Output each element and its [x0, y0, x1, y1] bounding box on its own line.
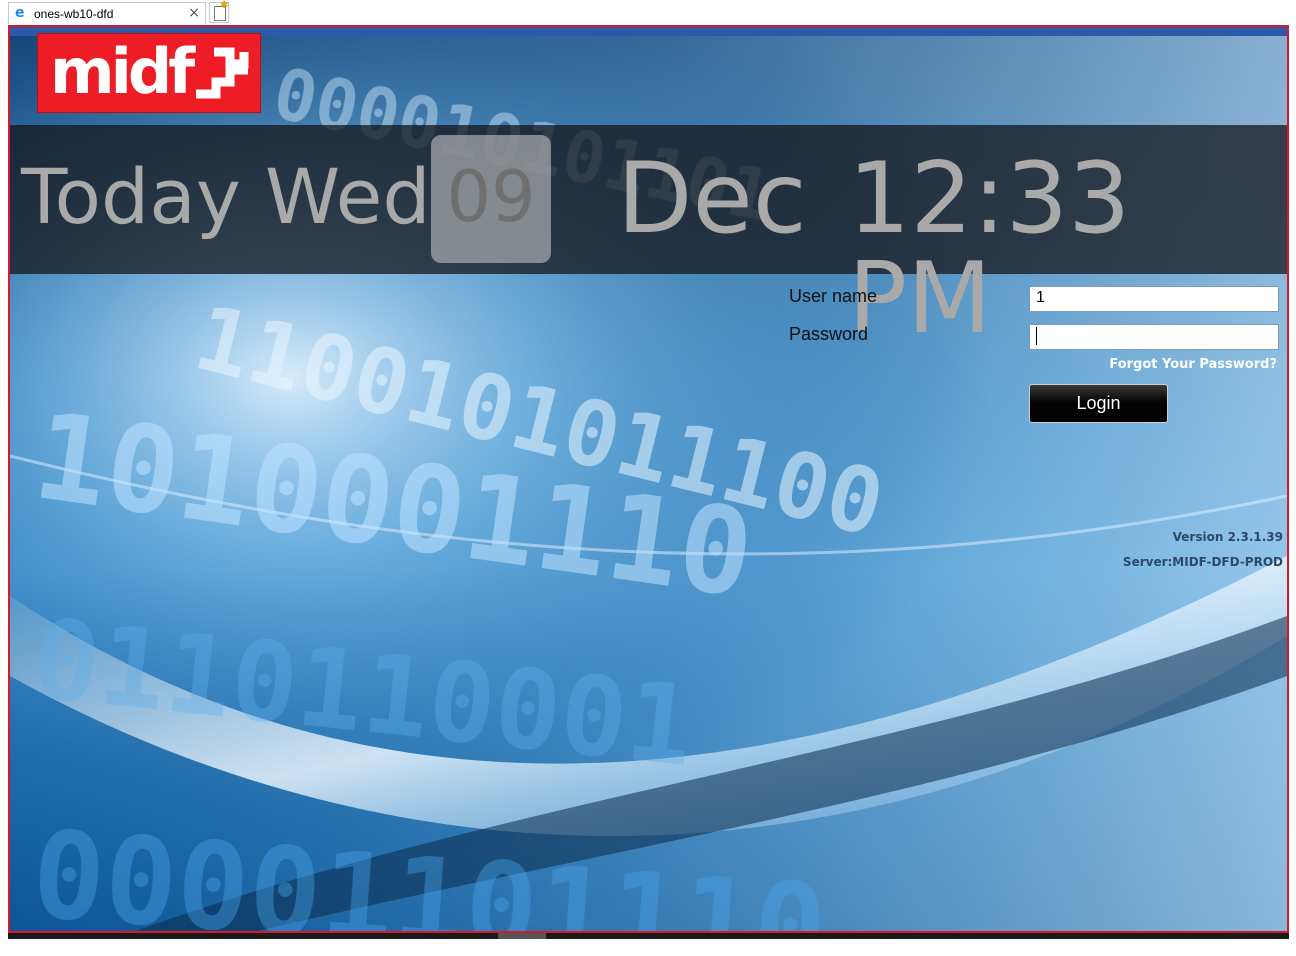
- tab-title: ones-wb10-dfd: [34, 7, 114, 21]
- server-text: Server:MIDF-DFD-PROD: [1122, 555, 1283, 569]
- day-number: 09: [446, 156, 536, 238]
- username-value: 1: [1036, 289, 1045, 306]
- forgot-password-link[interactable]: Forgot Your Password?: [1109, 357, 1277, 372]
- browser-tab-strip: e ones-wb10-dfd × ✱: [0, 0, 1296, 26]
- midf-emblem-icon: [196, 47, 249, 99]
- close-tab-icon[interactable]: ×: [188, 5, 200, 21]
- logo-text: midf: [50, 35, 195, 108]
- text-caret: [1036, 327, 1037, 345]
- ie-browser-icon: e: [15, 5, 25, 21]
- midf-logo: midf: [37, 33, 261, 113]
- clock-time: 12:33 PM: [848, 142, 1131, 356]
- month-label: Dec: [617, 142, 807, 256]
- sparkle-icon: ✱: [220, 0, 229, 11]
- password-label: Password: [789, 324, 869, 344]
- taskbar-button[interactable]: [498, 933, 546, 939]
- username-label: User name: [789, 286, 878, 306]
- username-input[interactable]: 1: [1029, 286, 1279, 312]
- taskbar-strip: [8, 933, 1289, 939]
- today-weekday-label: Today Wed: [21, 152, 431, 241]
- date-time-banner: Today Wed 09 Dec 12:33 PM: [10, 125, 1287, 349]
- login-button[interactable]: Login: [1029, 384, 1168, 423]
- version-text: Version 2.3.1.39: [1172, 530, 1283, 544]
- password-input[interactable]: [1029, 324, 1279, 350]
- app-frame: 1010001110 0110110001 00001101110 110010…: [8, 25, 1289, 933]
- day-number-tile: 09: [431, 135, 551, 263]
- new-tab-button[interactable]: ✱: [209, 0, 229, 23]
- browser-tab[interactable]: e ones-wb10-dfd ×: [8, 2, 206, 24]
